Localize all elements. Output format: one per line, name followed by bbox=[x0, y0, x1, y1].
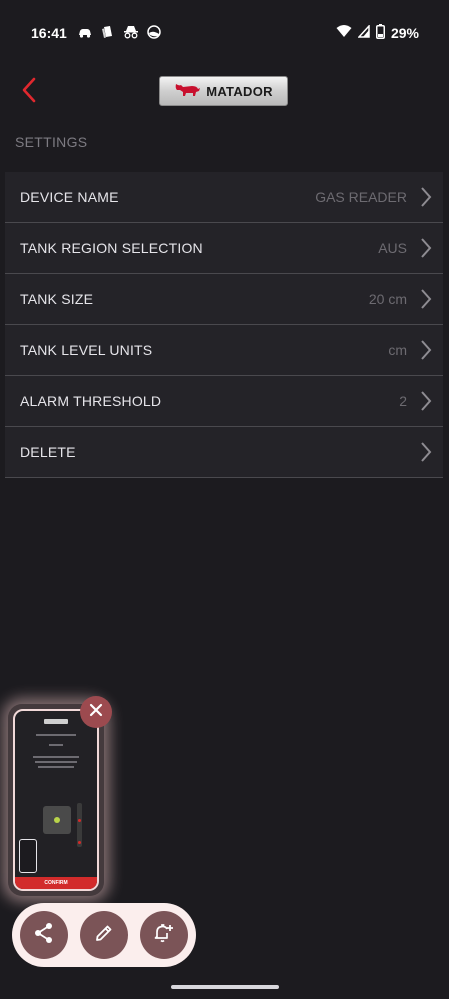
setting-value: 20 cm bbox=[368, 291, 407, 307]
wifi-icon bbox=[336, 25, 352, 41]
thumbnail-side-dot bbox=[78, 841, 81, 844]
globe-icon bbox=[147, 24, 161, 42]
chevron-left-icon bbox=[21, 77, 37, 108]
setting-row-device-name[interactable]: DEVICE NAME GAS READER bbox=[5, 172, 443, 223]
thumbnail-text-line bbox=[38, 766, 74, 768]
thumbnail-text-line bbox=[36, 734, 76, 736]
setting-label: TANK SIZE bbox=[20, 291, 94, 307]
signal-icon bbox=[357, 24, 370, 41]
share-button[interactable] bbox=[20, 911, 68, 959]
chevron-right-icon bbox=[419, 339, 433, 361]
setting-label: DEVICE NAME bbox=[20, 189, 119, 205]
chevron-right-icon bbox=[419, 186, 433, 208]
setting-label: ALARM THRESHOLD bbox=[20, 393, 162, 409]
setting-label: TANK LEVEL UNITS bbox=[20, 342, 153, 358]
status-bar: 16:41 29% bbox=[0, 0, 449, 66]
thumbnail-inner-phone bbox=[19, 839, 37, 873]
setting-row-tank-level-units[interactable]: TANK LEVEL UNITS cm bbox=[5, 325, 443, 376]
screenshot-preview-thumbnail[interactable]: CONFIRM bbox=[13, 709, 99, 891]
bull-icon bbox=[174, 81, 202, 102]
page-title: SETTINGS bbox=[15, 134, 88, 150]
setting-value: AUS bbox=[378, 240, 407, 256]
close-icon bbox=[89, 703, 103, 722]
screenshot-actions bbox=[12, 903, 196, 967]
thumbnail-side-dot bbox=[78, 819, 81, 822]
battery-icon bbox=[375, 24, 385, 42]
back-button[interactable] bbox=[14, 76, 44, 108]
car-icon bbox=[77, 25, 93, 41]
share-icon bbox=[34, 922, 54, 949]
chevron-right-icon bbox=[419, 390, 433, 412]
thumbnail-text-line bbox=[33, 756, 79, 758]
edit-button[interactable] bbox=[80, 911, 128, 959]
add-reminder-icon bbox=[153, 922, 175, 949]
chevron-right-icon bbox=[419, 441, 433, 463]
setting-value: GAS READER bbox=[315, 189, 407, 205]
logo-text: MATADOR bbox=[206, 83, 273, 99]
setting-value: 2 bbox=[399, 393, 407, 409]
setting-label: TANK REGION SELECTION bbox=[20, 240, 203, 256]
thumbnail-text-line bbox=[35, 761, 77, 763]
thumbnail-confirm-bar: CONFIRM bbox=[15, 877, 97, 889]
home-indicator[interactable] bbox=[171, 985, 279, 989]
status-time: 16:41 bbox=[31, 25, 67, 41]
gallery-icon bbox=[101, 25, 115, 42]
system-icons: 29% bbox=[336, 24, 419, 42]
chevron-right-icon bbox=[419, 288, 433, 310]
add-reminder-button[interactable] bbox=[140, 911, 188, 959]
chevron-right-icon bbox=[419, 237, 433, 259]
battery-percentage: 29% bbox=[390, 25, 419, 41]
close-preview-button[interactable] bbox=[80, 696, 112, 728]
matador-logo: MATADOR bbox=[159, 76, 288, 106]
thumbnail-device-dot bbox=[54, 817, 60, 823]
setting-row-tank-region[interactable]: TANK REGION SELECTION AUS bbox=[5, 223, 443, 274]
app-header: MATADOR bbox=[0, 66, 449, 118]
edit-icon bbox=[94, 923, 114, 948]
thumbnail-device-image bbox=[43, 806, 71, 834]
thumbnail-logo bbox=[44, 718, 68, 724]
setting-row-delete[interactable]: DELETE bbox=[5, 427, 443, 478]
settings-list: DEVICE NAME GAS READER TANK REGION SELEC… bbox=[5, 172, 443, 478]
setting-value: cm bbox=[388, 342, 407, 358]
setting-row-tank-size[interactable]: TANK SIZE 20 cm bbox=[5, 274, 443, 325]
incognito-icon bbox=[123, 25, 139, 42]
setting-row-alarm-threshold[interactable]: ALARM THRESHOLD 2 bbox=[5, 376, 443, 427]
thumbnail-text-line bbox=[49, 744, 63, 746]
notification-icons bbox=[77, 24, 161, 42]
setting-label: DELETE bbox=[20, 444, 76, 460]
